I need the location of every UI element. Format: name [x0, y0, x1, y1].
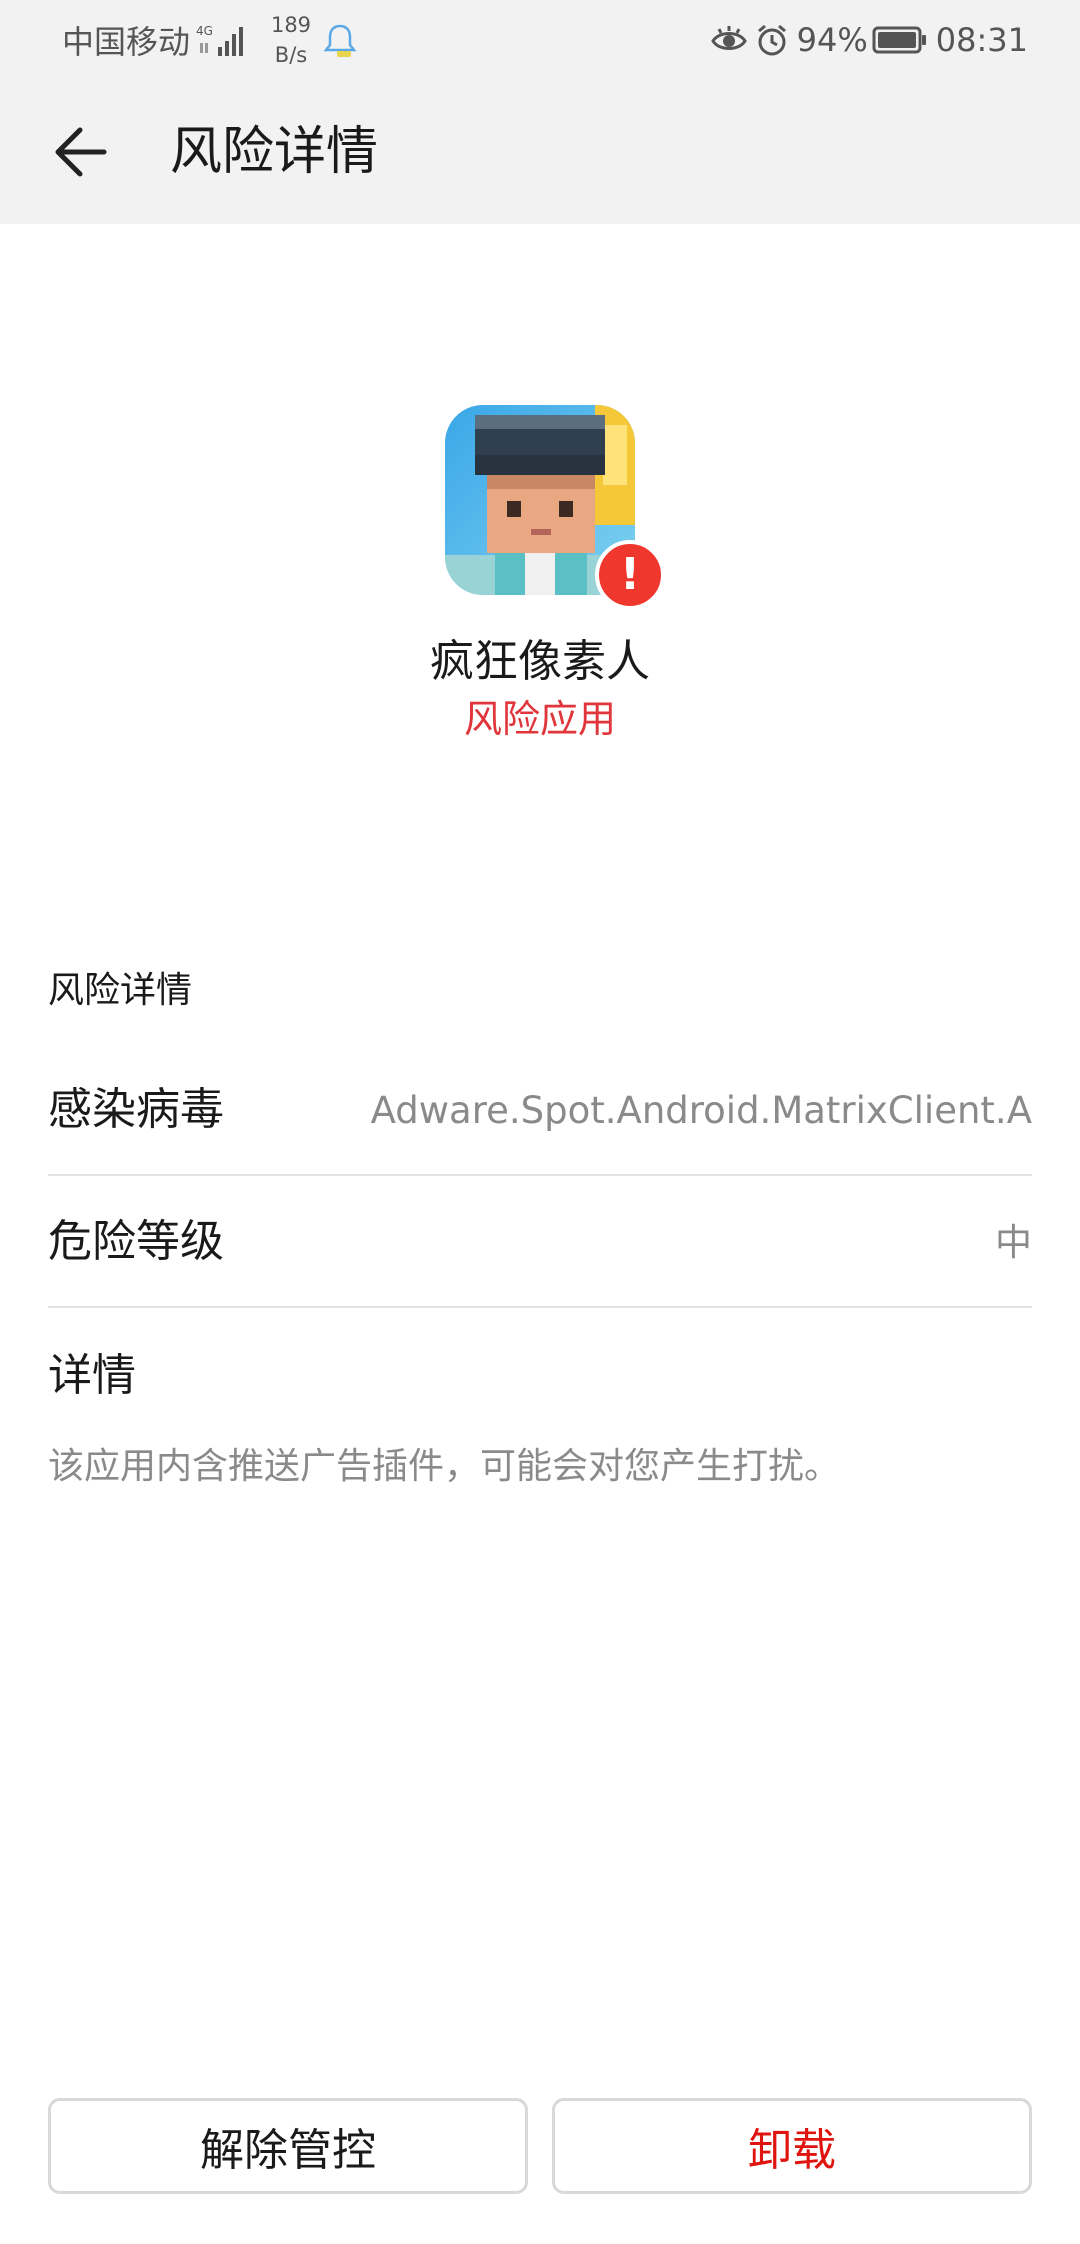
status-right: 94% 08:31	[710, 18, 1028, 62]
status-left: 中国移动 4G	[62, 18, 248, 62]
release-control-button[interactable]: 解除管控	[48, 2098, 528, 2194]
network-type: 4G	[196, 24, 213, 38]
speed-unit: B/s	[274, 43, 308, 67]
signal-icon: 4G	[196, 23, 248, 57]
battery-percent: 94%	[796, 21, 868, 59]
eye-comfort-icon	[710, 26, 747, 50]
back-arrow-icon	[55, 127, 107, 177]
notification-bell-icon	[323, 22, 357, 62]
network-speed: 189 B/s	[266, 10, 316, 70]
speed-value: 189	[270, 13, 312, 37]
row-value: 中	[995, 1221, 1032, 1264]
alarm-icon	[757, 24, 786, 56]
row-label: 危险等级	[48, 1216, 224, 1267]
row-value: Adware.Spot.Android.MatrixClient.A	[370, 1089, 1032, 1132]
app-icon-container: !	[445, 405, 665, 615]
detail-text: 该应用内含推送广告插件，可能会对您产生打扰。	[48, 1446, 841, 1487]
page-title: 风险详情	[170, 122, 379, 182]
back-button[interactable]	[46, 116, 118, 188]
app-name: 疯狂像素人	[430, 636, 650, 687]
battery-icon	[872, 26, 926, 54]
clock: 08:31	[935, 21, 1028, 59]
app-bar: 风险详情	[0, 80, 1080, 224]
status-bar: 中国移动 4G 189 B/s 94% 08:31	[0, 0, 1080, 80]
infected-virus-row: 感染病毒 Adware.Spot.Android.MatrixClient.A	[48, 1044, 1032, 1176]
danger-level-row: 危险等级 中	[48, 1176, 1032, 1308]
carrier-name: 中国移动	[62, 23, 191, 61]
warning-icon: !	[595, 540, 665, 610]
row-label: 感染病毒	[48, 1084, 224, 1135]
app-risk-status: 风险应用	[463, 697, 616, 741]
uninstall-button[interactable]: 卸载	[552, 2098, 1032, 2194]
section-title: 风险详情	[48, 970, 193, 1011]
detail-label: 详情	[48, 1350, 136, 1401]
